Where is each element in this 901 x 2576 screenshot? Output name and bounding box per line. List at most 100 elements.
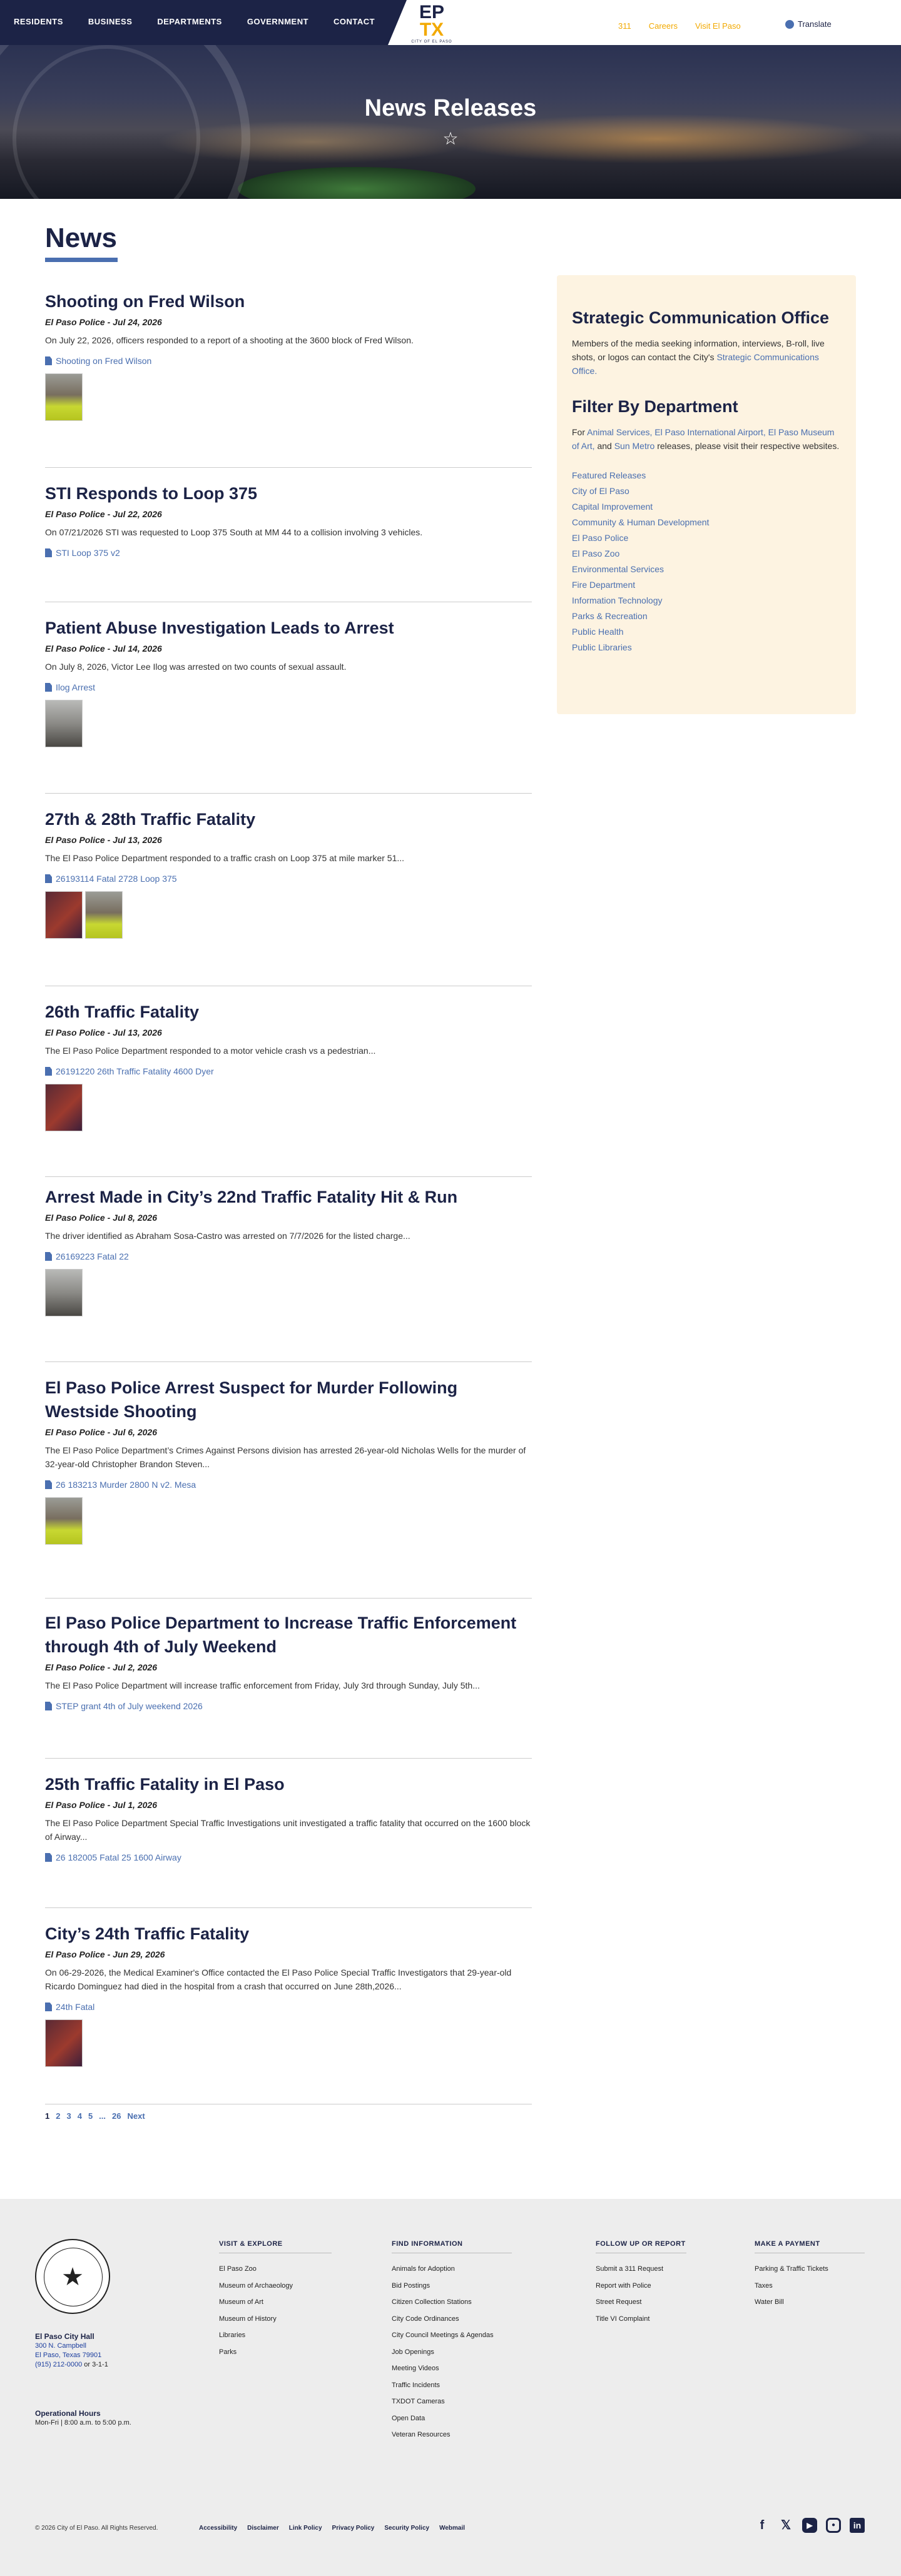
- footer-link[interactable]: Animals for Adoption: [392, 2261, 512, 2278]
- news-item-attachment[interactable]: 26 183213 Murder 2800 N v2. Mesa: [45, 1480, 532, 1490]
- page-link[interactable]: 3: [66, 2111, 71, 2121]
- dept-link[interactable]: El Paso Police: [572, 530, 841, 546]
- news-item-attachment[interactable]: 26 182005 Fatal 25 1600 Airway: [45, 1852, 532, 1862]
- disclaimer-link[interactable]: Disclaimer: [247, 2525, 279, 2532]
- nav-contact[interactable]: CONTACT: [333, 17, 375, 26]
- page-link-last[interactable]: 26: [112, 2111, 121, 2121]
- accessibility-link[interactable]: Accessibility: [199, 2525, 237, 2532]
- footer-link[interactable]: Museum of Archaeology: [219, 2278, 332, 2295]
- footer-link[interactable]: Veteran Resources: [392, 2427, 512, 2443]
- translate-button[interactable]: Translate: [785, 19, 832, 29]
- news-item-title[interactable]: City’s 24th Traffic Fatality: [45, 1922, 532, 1946]
- dept-link[interactable]: Information Technology: [572, 593, 841, 609]
- mugshot-thumbnail[interactable]: [45, 1269, 83, 1316]
- news-item-title[interactable]: Shooting on Fred Wilson: [45, 290, 532, 313]
- news-item-title[interactable]: 26th Traffic Fatality: [45, 1000, 532, 1024]
- document-thumbnail[interactable]: [45, 1084, 83, 1131]
- footer-link[interactable]: Traffic Incidents: [392, 2377, 512, 2394]
- news-item-title[interactable]: 27th & 28th Traffic Fatality: [45, 807, 532, 831]
- footer-link[interactable]: Bid Postings: [392, 2278, 512, 2295]
- news-item-title[interactable]: STI Responds to Loop 375: [45, 482, 532, 505]
- dept-link[interactable]: El Paso Zoo: [572, 546, 841, 562]
- facebook-icon[interactable]: f: [755, 2518, 770, 2533]
- linkedin-icon[interactable]: in: [850, 2518, 865, 2533]
- mugshot-thumbnail[interactable]: [45, 373, 83, 421]
- footer-link[interactable]: Title VI Complaint: [596, 2311, 686, 2328]
- news-item-title[interactable]: Arrest Made in City’s 22nd Traffic Fatal…: [45, 1185, 532, 1209]
- security-policy-link[interactable]: Security Policy: [384, 2525, 429, 2532]
- privacy-policy-link[interactable]: Privacy Policy: [332, 2525, 375, 2532]
- dept-link[interactable]: Environmental Services: [572, 562, 841, 577]
- footer-link[interactable]: Street Request: [596, 2294, 686, 2311]
- instagram-icon[interactable]: ●: [826, 2518, 841, 2533]
- util-visit-el-paso-link[interactable]: Visit El Paso: [695, 21, 741, 31]
- dept-link[interactable]: Featured Releases: [572, 468, 841, 483]
- news-item-summary: The El Paso Police Department responded …: [45, 1046, 376, 1056]
- footer-link[interactable]: Museum of Art: [219, 2294, 332, 2311]
- news-item-attachment[interactable]: 24th Fatal: [45, 2002, 532, 2012]
- footer-link[interactable]: Water Bill: [755, 2294, 865, 2311]
- footer-link[interactable]: Submit a 311 Request: [596, 2261, 686, 2278]
- page-link[interactable]: 4: [78, 2111, 82, 2121]
- airport-link[interactable]: El Paso International Airport,: [654, 427, 765, 437]
- footer-link[interactable]: City Council Meetings & Agendas: [392, 2327, 512, 2344]
- dept-link[interactable]: Capital Improvement: [572, 499, 841, 515]
- news-item-attachment[interactable]: 26191220 26th Traffic Fatality 4600 Dyer: [45, 1066, 532, 1076]
- sun-metro-link[interactable]: Sun Metro: [614, 441, 655, 451]
- news-item-attachment[interactable]: STI Loop 375 v2: [45, 548, 532, 558]
- dept-link[interactable]: Public Libraries: [572, 640, 841, 655]
- footer-link[interactable]: El Paso Zoo: [219, 2261, 332, 2278]
- address-line[interactable]: 300 N. Campbell: [35, 2341, 108, 2351]
- footer-link[interactable]: Museum of History: [219, 2311, 332, 2328]
- footer-link[interactable]: Parking & Traffic Tickets: [755, 2261, 865, 2278]
- page-next[interactable]: Next: [127, 2111, 145, 2121]
- sidebar: Strategic Communication Office Members o…: [557, 275, 856, 714]
- news-item-attachment[interactable]: 26169223 Fatal 22: [45, 1251, 532, 1261]
- news-item-attachment[interactable]: 26193114 Fatal 2728 Loop 375: [45, 874, 532, 884]
- link-policy-link[interactable]: Link Policy: [289, 2525, 322, 2532]
- document-thumbnail[interactable]: [45, 2019, 83, 2067]
- page-link[interactable]: 2: [56, 2111, 60, 2121]
- nav-business[interactable]: BUSINESS: [88, 17, 132, 26]
- footer-link[interactable]: TXDOT Cameras: [392, 2393, 512, 2410]
- dept-link[interactable]: Community & Human Development: [572, 515, 841, 530]
- footer-link[interactable]: Meeting Videos: [392, 2360, 512, 2377]
- footer-link[interactable]: Citizen Collection Stations: [392, 2294, 512, 2311]
- footer-link[interactable]: City Code Ordinances: [392, 2311, 512, 2328]
- util-311-link[interactable]: 311: [618, 21, 631, 31]
- news-item-title[interactable]: El Paso Police Arrest Suspect for Murder…: [45, 1376, 532, 1423]
- dept-link[interactable]: City of El Paso: [572, 483, 841, 499]
- footer-link[interactable]: Libraries: [219, 2327, 332, 2344]
- document-icon: [45, 1853, 52, 1862]
- nav-departments[interactable]: DEPARTMENTS: [157, 17, 221, 26]
- footer-link[interactable]: Open Data: [392, 2410, 512, 2427]
- nav-government[interactable]: GOVERNMENT: [247, 17, 308, 26]
- address-line[interactable]: El Paso, Texas 79901: [35, 2351, 108, 2360]
- mugshot-thumbnail[interactable]: [85, 891, 123, 939]
- nav-residents[interactable]: RESIDENTS: [14, 17, 63, 26]
- footer-link[interactable]: Parks: [219, 2344, 332, 2361]
- news-item-attachment[interactable]: Shooting on Fred Wilson: [45, 356, 532, 366]
- animal-services-link[interactable]: Animal Services,: [587, 427, 652, 437]
- youtube-icon[interactable]: ▶: [802, 2518, 817, 2533]
- footer-link[interactable]: Job Openings: [392, 2344, 512, 2361]
- dept-link[interactable]: Parks & Recreation: [572, 609, 841, 624]
- news-item-attachment[interactable]: STEP grant 4th of July weekend 2026: [45, 1701, 532, 1711]
- x-icon[interactable]: 𝕏: [778, 2518, 793, 2533]
- news-item-title[interactable]: 25th Traffic Fatality in El Paso: [45, 1772, 532, 1796]
- util-careers-link[interactable]: Careers: [649, 21, 678, 31]
- news-item-attachment[interactable]: Ilog Arrest: [45, 682, 532, 692]
- page-ellipsis: ...: [99, 2111, 106, 2121]
- dept-link[interactable]: Fire Department: [572, 577, 841, 593]
- footer-link[interactable]: Report with Police: [596, 2278, 686, 2295]
- page-link[interactable]: 5: [88, 2111, 93, 2121]
- webmail-link[interactable]: Webmail: [439, 2525, 465, 2532]
- dept-link[interactable]: Public Health: [572, 624, 841, 640]
- mugshot-thumbnail[interactable]: [45, 1497, 83, 1545]
- news-item-title[interactable]: Patient Abuse Investigation Leads to Arr…: [45, 616, 532, 640]
- document-thumbnail[interactable]: [45, 891, 83, 939]
- phone-link[interactable]: (915) 212-0000: [35, 2361, 82, 2368]
- mugshot-thumbnail[interactable]: [45, 700, 83, 747]
- news-item-title[interactable]: El Paso Police Department to Increase Tr…: [45, 1611, 532, 1659]
- footer-link[interactable]: Taxes: [755, 2278, 865, 2295]
